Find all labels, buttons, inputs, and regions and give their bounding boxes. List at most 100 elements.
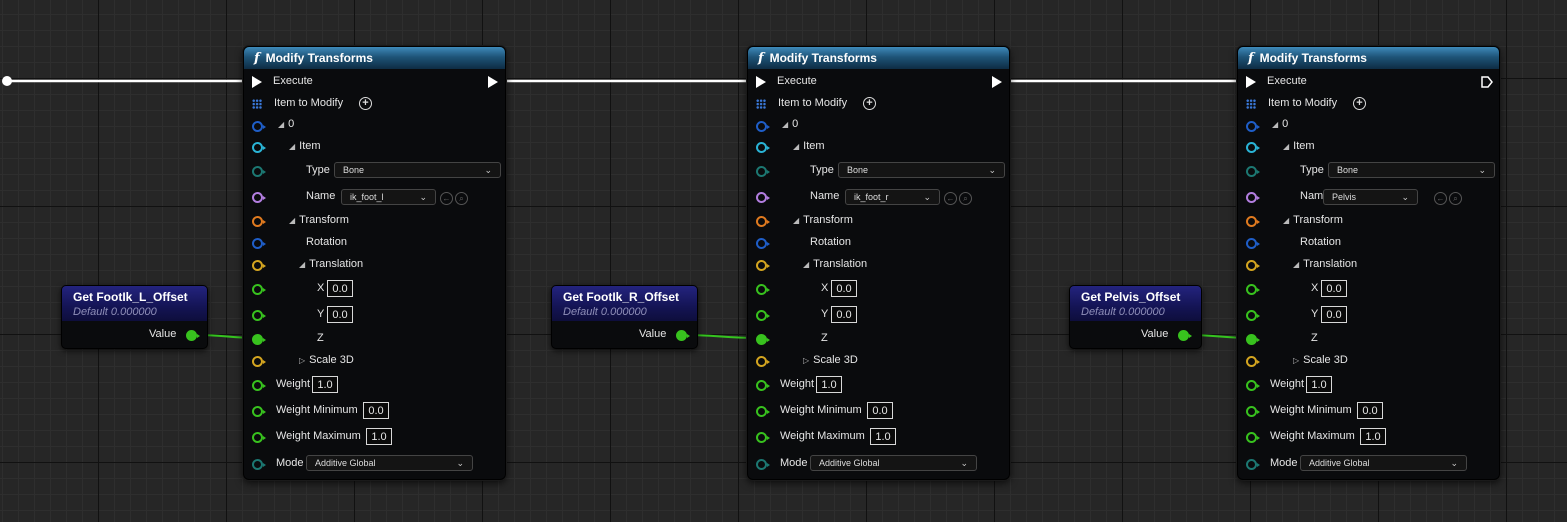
getter-header[interactable]: Get FootIk_L_Offset Default 0.000000 bbox=[62, 286, 207, 321]
collapse-arrow-icon[interactable]: ▷ bbox=[299, 356, 305, 365]
expand-arrow-icon[interactable]: ◢ bbox=[1272, 120, 1278, 129]
use-selected-icon[interactable]: ← bbox=[944, 192, 957, 205]
name-dropdown[interactable]: ik_foot_r ⌄ bbox=[845, 189, 940, 205]
y-value-field[interactable]: 0.0 bbox=[831, 306, 857, 323]
name-pin[interactable] bbox=[1246, 192, 1260, 203]
expand-arrow-icon[interactable]: ◢ bbox=[803, 260, 809, 269]
expand-arrow-icon[interactable]: ◢ bbox=[793, 216, 799, 225]
expand-arrow-icon[interactable]: ◢ bbox=[1283, 142, 1289, 151]
name-dropdown[interactable]: ik_foot_l ⌄ bbox=[341, 189, 436, 205]
weight-min-field[interactable]: 0.0 bbox=[1357, 402, 1383, 419]
rotation-pin[interactable] bbox=[1246, 238, 1260, 249]
browse-search-icon[interactable]: ⌕ bbox=[1449, 192, 1462, 205]
getter-header[interactable]: Get FootIk_R_Offset Default 0.000000 bbox=[552, 286, 697, 321]
x-value-field[interactable]: 0.0 bbox=[1321, 280, 1347, 297]
mode-pin[interactable] bbox=[756, 459, 770, 470]
exec-in-pin[interactable] bbox=[1246, 76, 1256, 88]
scale-pin[interactable] bbox=[252, 356, 266, 367]
z-pin[interactable] bbox=[252, 334, 266, 345]
type-pin[interactable] bbox=[756, 166, 770, 177]
weight-max-field[interactable]: 1.0 bbox=[1360, 428, 1386, 445]
mode-dropdown[interactable]: Additive Global ⌄ bbox=[1300, 455, 1467, 471]
mode-pin[interactable] bbox=[252, 459, 266, 470]
weight-min-pin[interactable] bbox=[1246, 406, 1260, 417]
type-pin[interactable] bbox=[252, 166, 266, 177]
y-value-field[interactable]: 0.0 bbox=[327, 306, 353, 323]
exec-in-pin[interactable] bbox=[252, 76, 262, 88]
browse-search-icon[interactable]: ⌕ bbox=[455, 192, 468, 205]
expand-arrow-icon[interactable]: ◢ bbox=[793, 142, 799, 151]
value-output-pin[interactable] bbox=[1178, 330, 1192, 341]
weight-pin[interactable] bbox=[1246, 380, 1260, 391]
expand-arrow-icon[interactable]: ◢ bbox=[1293, 260, 1299, 269]
type-dropdown[interactable]: Bone ⌄ bbox=[838, 162, 1005, 178]
expand-arrow-icon[interactable]: ◢ bbox=[299, 260, 305, 269]
weight-min-pin[interactable] bbox=[252, 406, 266, 417]
add-element-icon[interactable]: + bbox=[1353, 97, 1366, 110]
x-pin[interactable] bbox=[1246, 284, 1260, 295]
item-pin[interactable] bbox=[252, 142, 266, 153]
getter-header[interactable]: Get Pelvis_Offset Default 0.000000 bbox=[1070, 286, 1201, 321]
weight-pin[interactable] bbox=[252, 380, 266, 391]
expand-arrow-icon[interactable]: ◢ bbox=[289, 142, 295, 151]
translation-pin[interactable] bbox=[756, 260, 770, 271]
exec-out-pin[interactable] bbox=[992, 76, 1002, 88]
modify-transforms-node[interactable]: f Modify Transforms Execute Item to Modif… bbox=[1237, 46, 1500, 480]
mode-dropdown[interactable]: Additive Global ⌄ bbox=[306, 455, 473, 471]
weight-max-pin[interactable] bbox=[1246, 432, 1260, 443]
exec-out-pin[interactable] bbox=[1481, 76, 1493, 88]
expand-arrow-icon[interactable]: ◢ bbox=[1283, 216, 1289, 225]
mode-dropdown[interactable]: Additive Global ⌄ bbox=[810, 455, 977, 471]
collapse-arrow-icon[interactable]: ▷ bbox=[803, 356, 809, 365]
index-pin[interactable] bbox=[252, 121, 266, 132]
x-value-field[interactable]: 0.0 bbox=[831, 280, 857, 297]
expand-arrow-icon[interactable]: ◢ bbox=[782, 120, 788, 129]
node-header[interactable]: f Modify Transforms bbox=[244, 47, 505, 69]
add-element-icon[interactable]: + bbox=[359, 97, 372, 110]
weight-max-pin[interactable] bbox=[252, 432, 266, 443]
weight-pin[interactable] bbox=[756, 380, 770, 391]
weight-max-field[interactable]: 1.0 bbox=[366, 428, 392, 445]
z-pin[interactable] bbox=[756, 334, 770, 345]
mode-pin[interactable] bbox=[1246, 459, 1260, 470]
modify-transforms-node[interactable]: f Modify Transforms Execute Item to Modif… bbox=[747, 46, 1010, 480]
name-pin[interactable] bbox=[252, 192, 266, 203]
weight-max-field[interactable]: 1.0 bbox=[870, 428, 896, 445]
weight-value-field[interactable]: 1.0 bbox=[312, 376, 338, 393]
add-element-icon[interactable]: + bbox=[863, 97, 876, 110]
value-output-pin[interactable] bbox=[186, 330, 200, 341]
browse-search-icon[interactable]: ⌕ bbox=[959, 192, 972, 205]
x-value-field[interactable]: 0.0 bbox=[327, 280, 353, 297]
y-value-field[interactable]: 0.0 bbox=[1321, 306, 1347, 323]
exec-out-pin[interactable] bbox=[488, 76, 498, 88]
get-variable-node[interactable]: Get FootIk_R_Offset Default 0.000000 Val… bbox=[551, 285, 698, 349]
item-pin[interactable] bbox=[1246, 142, 1260, 153]
weight-min-field[interactable]: 0.0 bbox=[867, 402, 893, 419]
weight-min-pin[interactable] bbox=[756, 406, 770, 417]
rotation-pin[interactable] bbox=[756, 238, 770, 249]
index-pin[interactable] bbox=[1246, 121, 1260, 132]
node-header[interactable]: f Modify Transforms bbox=[748, 47, 1009, 69]
weight-value-field[interactable]: 1.0 bbox=[1306, 376, 1332, 393]
y-pin[interactable] bbox=[1246, 310, 1260, 321]
collapse-arrow-icon[interactable]: ▷ bbox=[1293, 356, 1299, 365]
type-dropdown[interactable]: Bone ⌄ bbox=[1328, 162, 1495, 178]
transform-pin[interactable] bbox=[1246, 216, 1260, 227]
name-dropdown[interactable]: Pelvis ⌄ bbox=[1323, 189, 1418, 205]
get-variable-node[interactable]: Get FootIk_L_Offset Default 0.000000 Val… bbox=[61, 285, 208, 349]
use-selected-icon[interactable]: ← bbox=[1434, 192, 1447, 205]
weight-value-field[interactable]: 1.0 bbox=[816, 376, 842, 393]
scale-pin[interactable] bbox=[1246, 356, 1260, 367]
get-variable-node[interactable]: Get Pelvis_Offset Default 0.000000 Value bbox=[1069, 285, 1202, 349]
modify-transforms-node[interactable]: f Modify Transforms Execute Item to Modif… bbox=[243, 46, 506, 480]
translation-pin[interactable] bbox=[252, 260, 266, 271]
index-pin[interactable] bbox=[756, 121, 770, 132]
weight-max-pin[interactable] bbox=[756, 432, 770, 443]
expand-arrow-icon[interactable]: ◢ bbox=[289, 216, 295, 225]
transform-pin[interactable] bbox=[252, 216, 266, 227]
translation-pin[interactable] bbox=[1246, 260, 1260, 271]
type-pin[interactable] bbox=[1246, 166, 1260, 177]
rotation-pin[interactable] bbox=[252, 238, 266, 249]
use-selected-icon[interactable]: ← bbox=[440, 192, 453, 205]
y-pin[interactable] bbox=[756, 310, 770, 321]
